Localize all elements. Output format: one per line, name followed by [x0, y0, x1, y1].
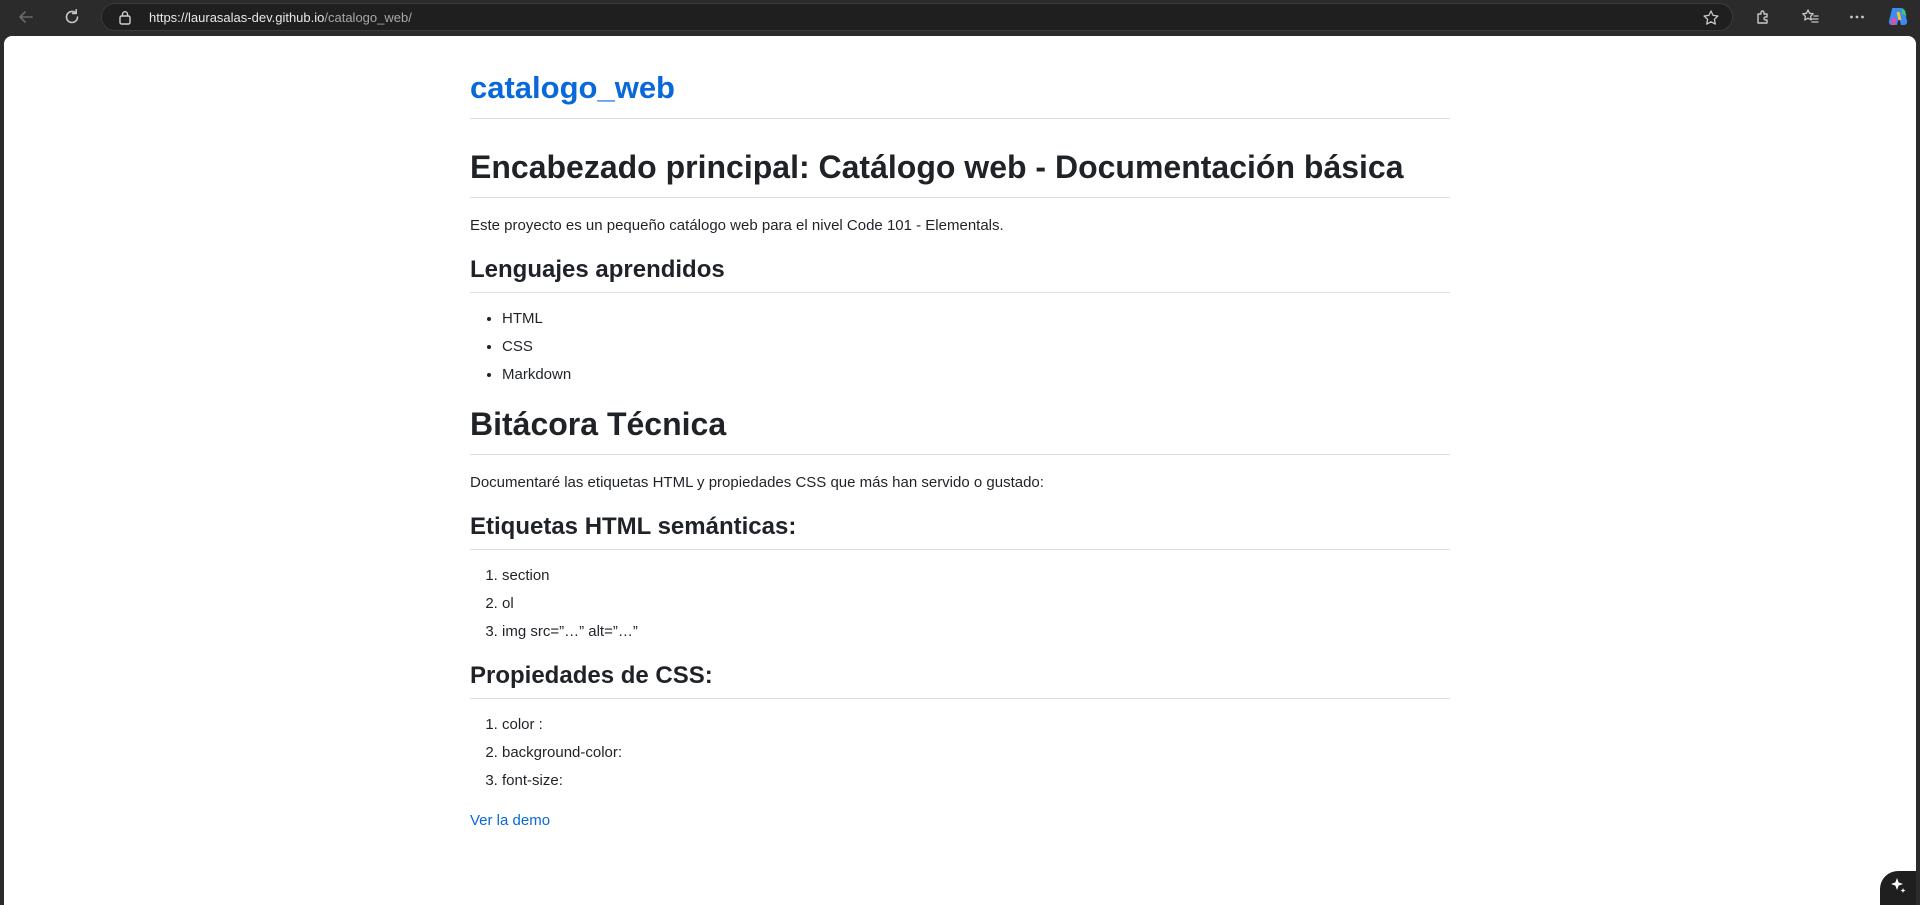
favorites-icon	[1801, 8, 1819, 26]
languages-heading: Lenguajes aprendidos	[470, 254, 1450, 293]
list-item: font-size:	[502, 770, 1450, 792]
more-button[interactable]	[1843, 3, 1871, 31]
refresh-icon	[63, 8, 81, 26]
intro-paragraph: Este proyecto es un pequeño catálogo web…	[470, 217, 1004, 234]
css-properties-list: color : background-color: font-size:	[470, 714, 1450, 792]
log-heading: Bitácora Técnica	[470, 404, 1450, 455]
favorites-button[interactable]	[1796, 3, 1824, 31]
main-heading: Encabezado principal: Catálogo web - Doc…	[470, 147, 1450, 198]
extensions-icon	[1754, 8, 1772, 26]
refresh-button[interactable]	[58, 3, 86, 31]
list-item: HTML	[502, 308, 1450, 330]
copilot-icon	[1887, 6, 1909, 28]
lock-icon[interactable]	[118, 10, 132, 30]
site-title-link[interactable]: catalogo_web	[470, 68, 1450, 119]
back-arrow-icon	[17, 8, 35, 26]
list-item: img src=”…” alt=”…”	[502, 621, 1450, 643]
sparkle-icon	[1888, 876, 1908, 901]
extensions-button[interactable]	[1749, 3, 1777, 31]
page-content: catalogo_web Encabezado principal: Catál…	[470, 68, 1450, 832]
favorite-star-icon[interactable]	[1702, 9, 1720, 32]
address-bar[interactable]: https://laurasalas-dev.github.io/catalog…	[101, 3, 1733, 31]
list-item: section	[502, 565, 1450, 587]
list-item: color :	[502, 714, 1450, 736]
more-icon	[1848, 8, 1866, 26]
list-item: background-color:	[502, 742, 1450, 764]
languages-list: HTML CSS Markdown	[470, 308, 1450, 386]
html-tags-heading: Etiquetas HTML semánticas:	[470, 511, 1450, 550]
copilot-button[interactable]	[1884, 3, 1912, 31]
list-item: ol	[502, 593, 1450, 615]
list-item: Markdown	[502, 364, 1450, 386]
back-button[interactable]	[12, 3, 40, 31]
browser-toolbar: https://laurasalas-dev.github.io/catalog…	[0, 0, 1920, 34]
log-intro-paragraph: Documentaré las etiquetas HTML y propied…	[470, 474, 1044, 491]
css-properties-heading: Propiedades de CSS:	[470, 660, 1450, 699]
url-host: https://laurasalas-dev.github.io	[149, 10, 325, 25]
html-tags-list: section ol img src=”…” alt=”…”	[470, 565, 1450, 643]
page-viewport: catalogo_web Encabezado principal: Catál…	[4, 36, 1916, 905]
url-text[interactable]: https://laurasalas-dev.github.io/catalog…	[149, 10, 412, 25]
copilot-floating-button[interactable]	[1880, 871, 1916, 905]
demo-link[interactable]: Ver la demo	[470, 810, 550, 832]
list-item: CSS	[502, 336, 1450, 358]
url-path: /catalogo_web/	[324, 10, 412, 25]
